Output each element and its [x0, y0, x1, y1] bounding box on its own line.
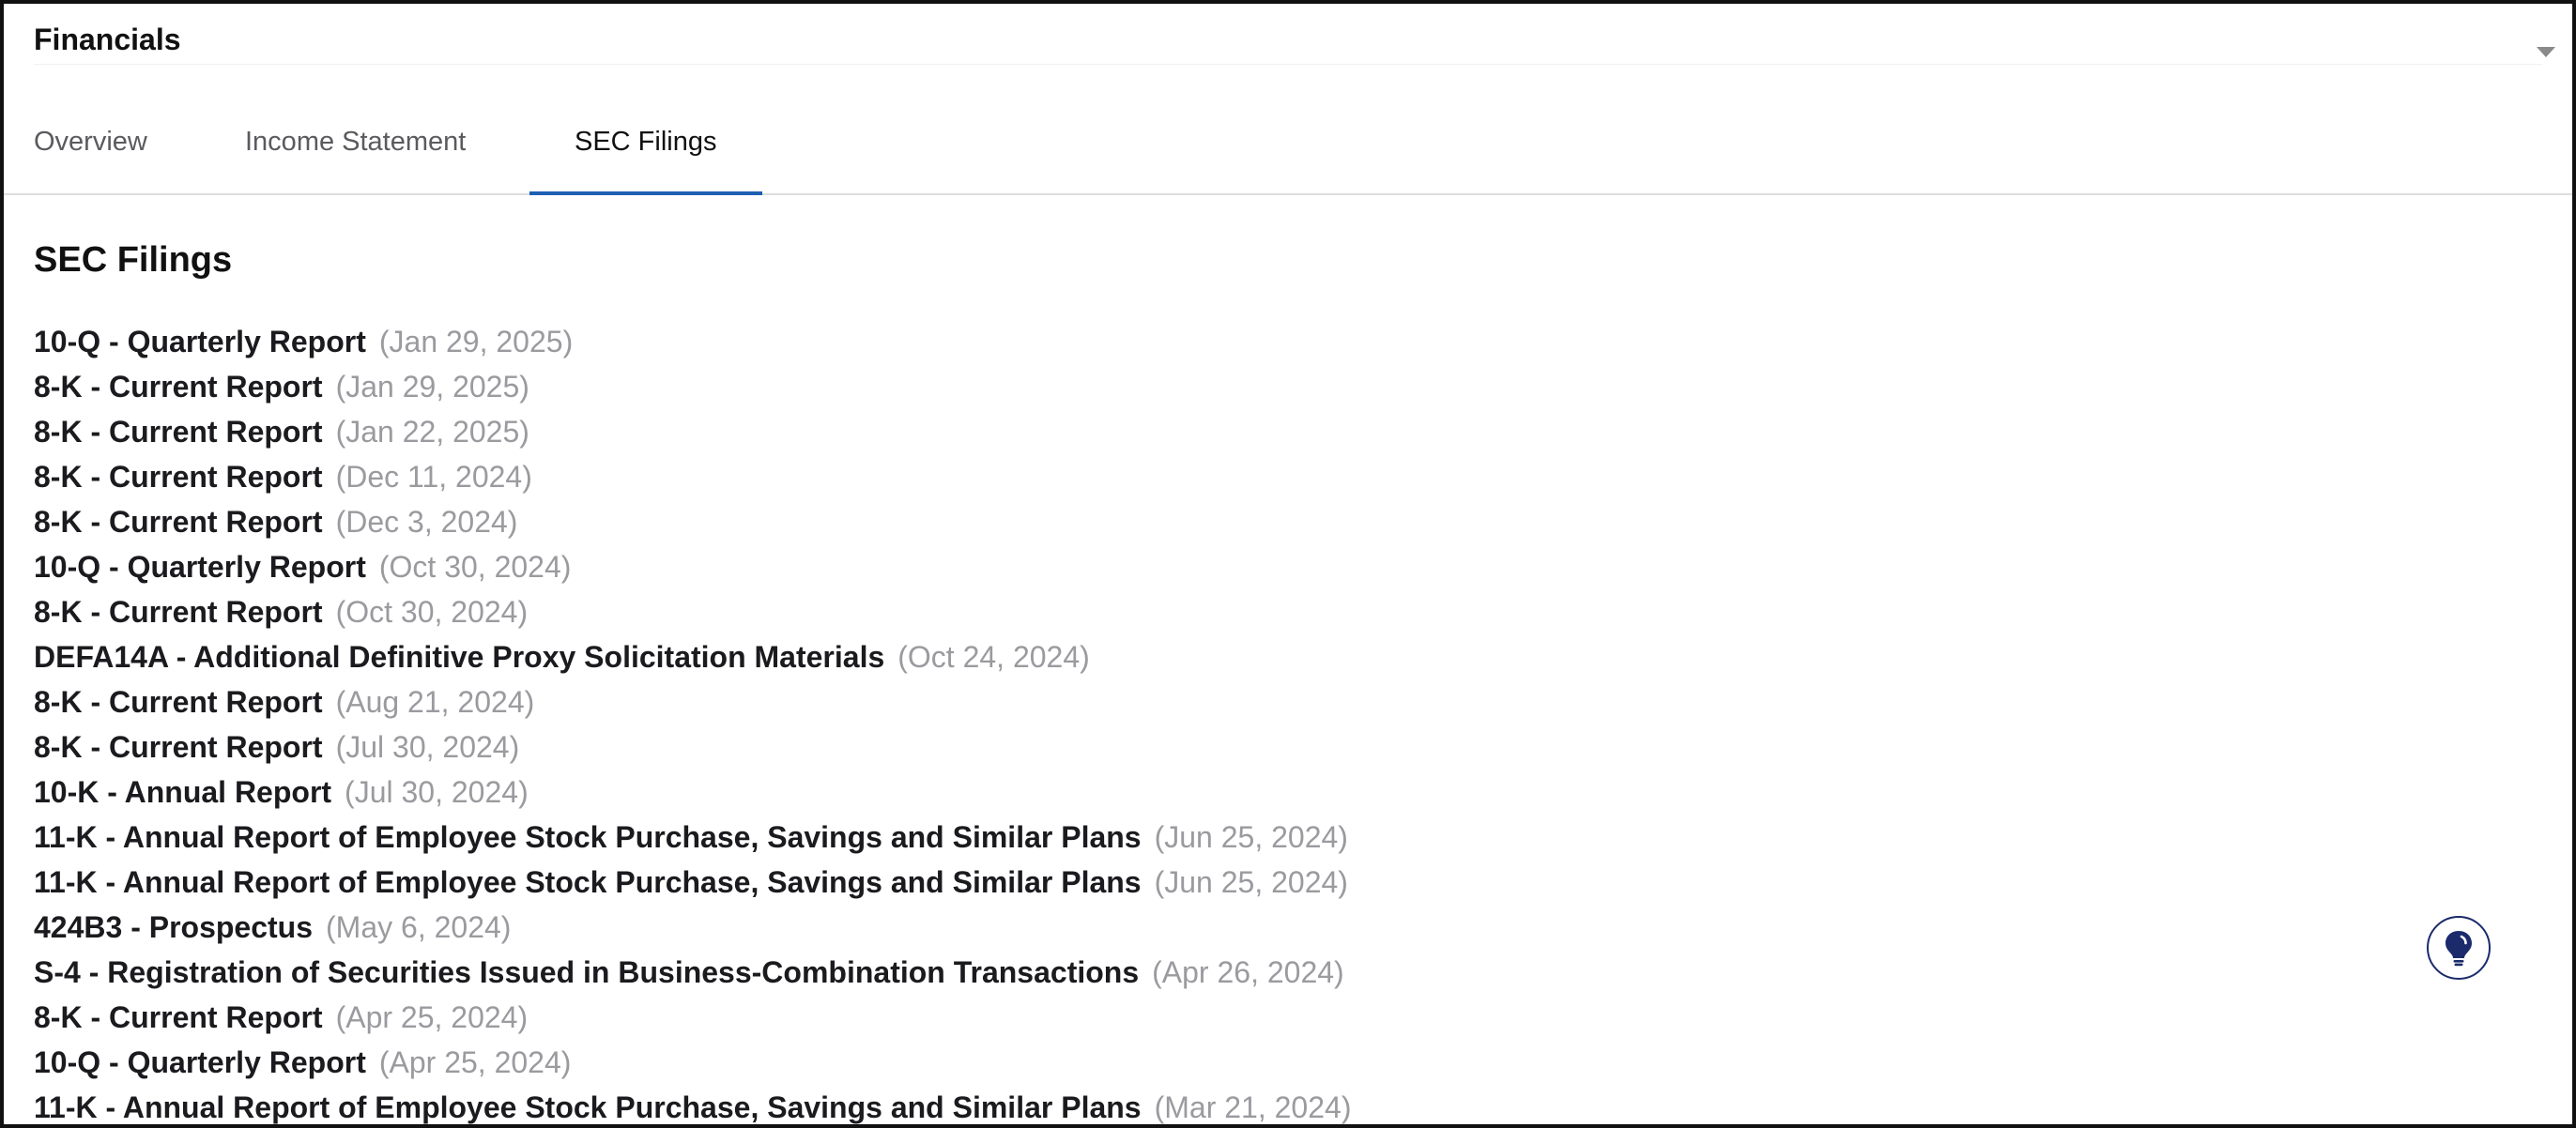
filing-item: 11-K - Annual Report of Employee Stock P…	[34, 860, 1351, 905]
section-title: Financials	[34, 23, 181, 56]
tab-income-statement[interactable]: Income Statement	[245, 98, 527, 193]
filing-link[interactable]: 8-K - Current Report	[34, 685, 323, 719]
filing-link[interactable]: 11-K - Annual Report of Employee Stock P…	[34, 1090, 1142, 1124]
filing-item: DEFA14A - Additional Definitive Proxy So…	[34, 634, 1351, 679]
filing-link[interactable]: 10-Q - Quarterly Report	[34, 325, 366, 358]
filing-date: (Jun 25, 2024)	[1154, 865, 1348, 899]
filing-item: S-4 - Registration of Securities Issued …	[34, 950, 1351, 995]
filing-link[interactable]: 8-K - Current Report	[34, 730, 323, 764]
filing-item: 10-K - Annual Report (Jul 30, 2024)	[34, 770, 1351, 815]
filing-date: (Oct 24, 2024)	[897, 640, 1090, 674]
filing-date: (May 6, 2024)	[326, 910, 512, 944]
filing-link[interactable]: 8-K - Current Report	[34, 370, 323, 404]
filing-date: (Jul 30, 2024)	[335, 730, 520, 764]
filing-link[interactable]: 424B3 - Prospectus	[34, 910, 313, 944]
filing-item: 10-Q - Quarterly Report (Apr 25, 2024)	[34, 1040, 1351, 1085]
filing-date: (Dec 11, 2024)	[335, 460, 532, 494]
content-title: SEC Filings	[34, 240, 233, 280]
tab-label: SEC Filings	[575, 127, 717, 157]
filing-item: 8-K - Current Report (Oct 30, 2024)	[34, 589, 1351, 634]
filing-date: (Oct 30, 2024)	[335, 595, 529, 629]
filing-link[interactable]: S-4 - Registration of Securities Issued …	[34, 955, 1139, 989]
filing-link[interactable]: 8-K - Current Report	[34, 595, 323, 629]
filing-item: 8-K - Current Report (Jul 30, 2024)	[34, 724, 1351, 770]
filing-item: 424B3 - Prospectus (May 6, 2024)	[34, 905, 1351, 950]
filing-item: 8-K - Current Report (Aug 21, 2024)	[34, 679, 1351, 724]
filing-item: 8-K - Current Report (Dec 3, 2024)	[34, 499, 1351, 544]
active-tab-indicator	[529, 191, 762, 195]
section-header[interactable]: Financials	[4, 4, 2572, 66]
filing-date: (Mar 21, 2024)	[1154, 1090, 1352, 1124]
filing-item: 10-Q - Quarterly Report (Jan 29, 2025)	[34, 319, 1351, 364]
tab-overview[interactable]: Overview	[34, 98, 165, 193]
filing-item: 11-K - Annual Report of Employee Stock P…	[34, 1085, 1352, 1124]
chevron-down-icon[interactable]	[2537, 47, 2555, 57]
filing-item: 8-K - Current Report (Jan 29, 2025)	[34, 364, 1351, 409]
lightbulb-icon	[2446, 931, 2472, 967]
filing-date: (Apr 26, 2024)	[1152, 955, 1344, 989]
filing-date: (Jan 29, 2025)	[378, 325, 574, 358]
filing-item: 8-K - Current Report (Dec 11, 2024)	[34, 454, 1351, 499]
filing-date: (Apr 25, 2024)	[335, 1000, 529, 1034]
filing-link[interactable]: 10-Q - Quarterly Report	[34, 550, 366, 584]
filing-item: 8-K - Current Report (Jan 22, 2025)	[34, 409, 1351, 454]
filing-link[interactable]: 10-Q - Quarterly Report	[34, 1045, 366, 1079]
filing-link[interactable]: 8-K - Current Report	[34, 1000, 323, 1034]
filing-date: (Jun 25, 2024)	[1154, 820, 1348, 854]
header-divider	[34, 64, 2542, 65]
filing-link[interactable]: 8-K - Current Report	[34, 415, 323, 449]
filing-link[interactable]: 8-K - Current Report	[34, 505, 323, 539]
filing-link[interactable]: 10-K - Annual Report	[34, 775, 331, 809]
financials-panel: Financials Overview Income Statement SEC…	[0, 0, 2576, 1128]
filing-link[interactable]: 8-K - Current Report	[34, 460, 323, 494]
filing-date: (Jul 30, 2024)	[345, 775, 529, 809]
tab-bar: Overview Income Statement SEC Filings	[4, 98, 2572, 195]
filing-item: 11-K - Annual Report of Employee Stock P…	[34, 815, 1351, 860]
tab-sec-filings[interactable]: SEC Filings	[529, 98, 762, 195]
tab-label: Income Statement	[245, 127, 467, 157]
filing-link[interactable]: DEFA14A - Additional Definitive Proxy So…	[34, 640, 884, 674]
filing-link[interactable]: 11-K - Annual Report of Employee Stock P…	[34, 820, 1142, 854]
filing-item: 8-K - Current Report (Apr 25, 2024)	[34, 995, 1351, 1040]
filing-item: 10-Q - Quarterly Report (Oct 30, 2024)	[34, 544, 1351, 589]
filing-date: (Jan 22, 2025)	[335, 415, 529, 449]
filing-date: (Apr 25, 2024)	[378, 1045, 572, 1079]
help-button[interactable]	[2427, 916, 2491, 980]
filing-date: (Aug 21, 2024)	[335, 685, 535, 719]
sec-filings-list: 10-Q - Quarterly Report (Jan 29, 2025) 8-…	[34, 319, 1352, 1124]
filing-date: (Oct 30, 2024)	[378, 550, 572, 584]
filing-date: (Jan 29, 2025)	[335, 370, 529, 404]
tab-label: Overview	[34, 127, 147, 157]
filing-link[interactable]: 11-K - Annual Report of Employee Stock P…	[34, 865, 1142, 899]
filing-date: (Dec 3, 2024)	[335, 505, 518, 539]
